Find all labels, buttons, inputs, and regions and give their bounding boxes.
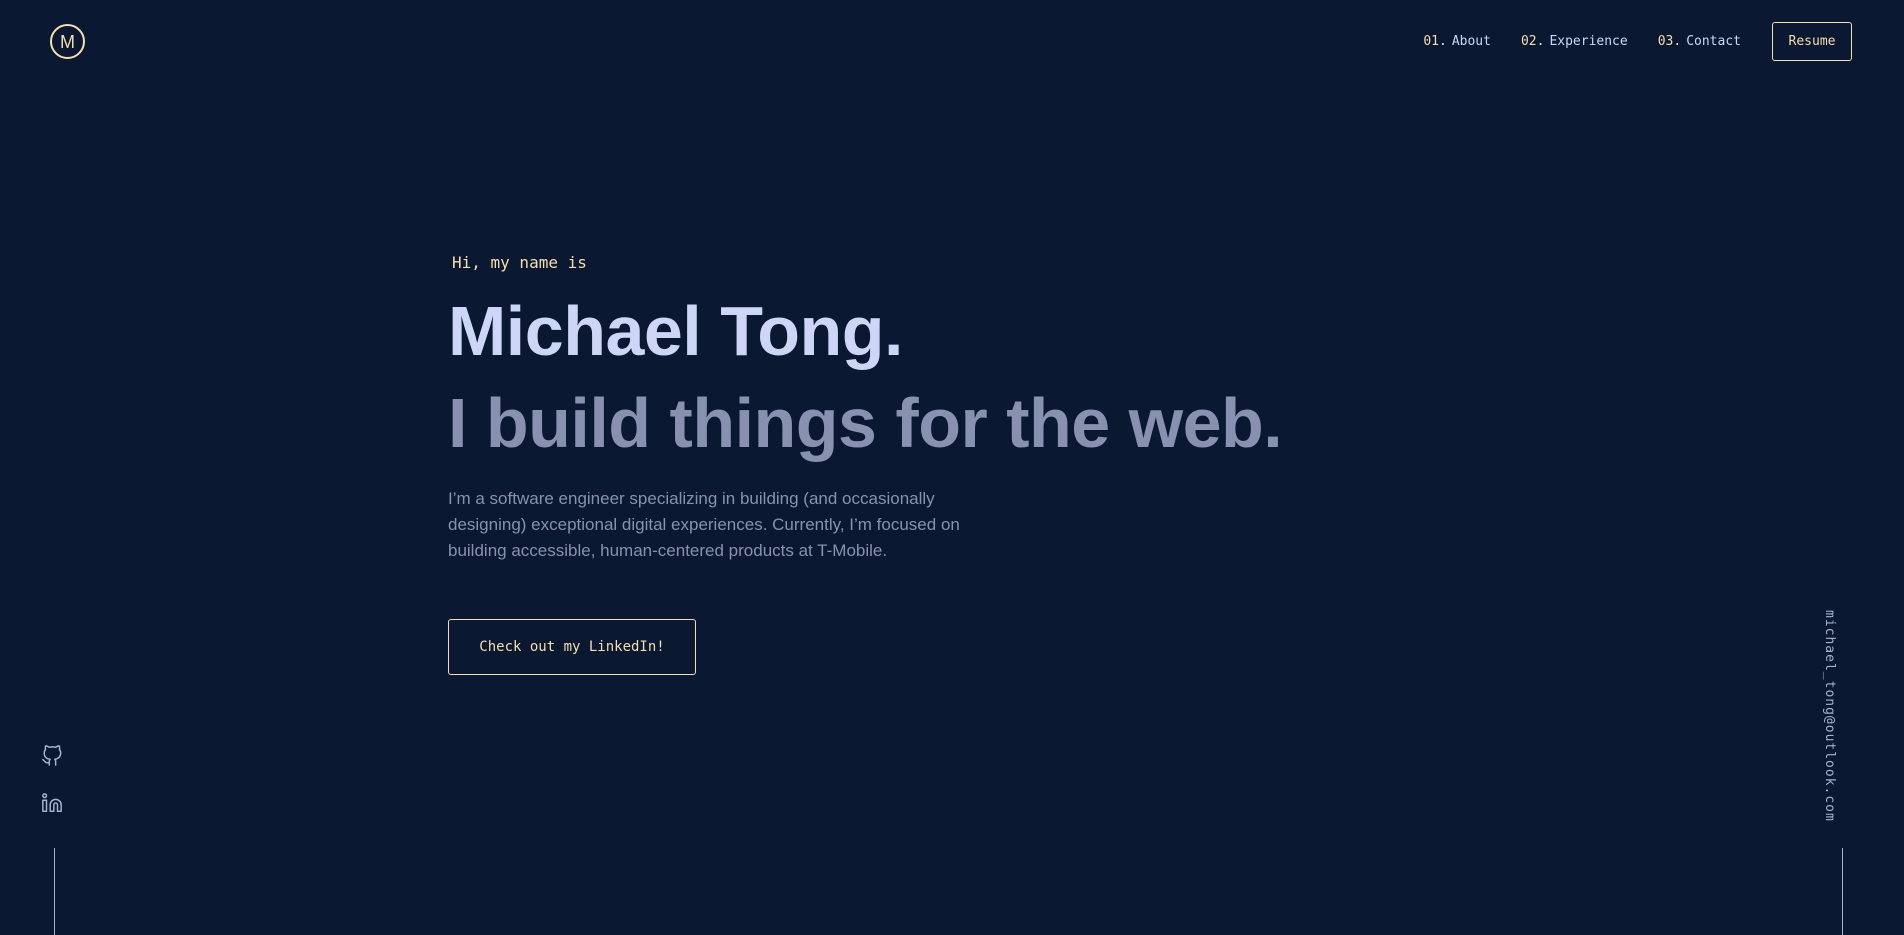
logo[interactable]: M	[50, 24, 85, 59]
nav-item-label: Experience	[1549, 34, 1628, 49]
nav-item-contact[interactable]: 03. Contact	[1658, 34, 1741, 49]
resume-button[interactable]: Resume	[1772, 22, 1852, 61]
nav-item-experience[interactable]: 02. Experience	[1521, 34, 1628, 49]
nav-item-label: About	[1451, 34, 1491, 49]
left-divider-line	[54, 848, 55, 935]
nav-item-number: 02.	[1520, 34, 1545, 49]
email-link[interactable]: michael_tong@outlook.com	[1822, 610, 1837, 822]
nav-item-label: Contact	[1686, 34, 1741, 49]
linkedin-icon[interactable]	[41, 792, 63, 814]
hero-tagline: I build things for the web.	[448, 384, 1283, 462]
hero-name: Michael Tong.	[448, 292, 904, 370]
nav-item-number: 03.	[1657, 34, 1682, 49]
nav-item-number: 01.	[1423, 34, 1447, 49]
hero-section: Hi, my name is Michael Tong. I build thi…	[448, 250, 1348, 581]
nav-item-about[interactable]: 01. About	[1423, 34, 1491, 49]
github-icon[interactable]	[41, 745, 63, 767]
social-links	[41, 745, 67, 839]
hero-bio: I’m a software engineer specializing in …	[448, 489, 960, 560]
linkedin-cta-button[interactable]: Check out my LinkedIn!	[448, 619, 696, 675]
right-divider-line	[1842, 848, 1843, 935]
logo-letter: M	[60, 31, 75, 52]
hero-greeting: Hi, my name is	[452, 253, 587, 272]
top-nav: 01. About 02. Experience 03. Contact Res…	[1423, 22, 1852, 61]
